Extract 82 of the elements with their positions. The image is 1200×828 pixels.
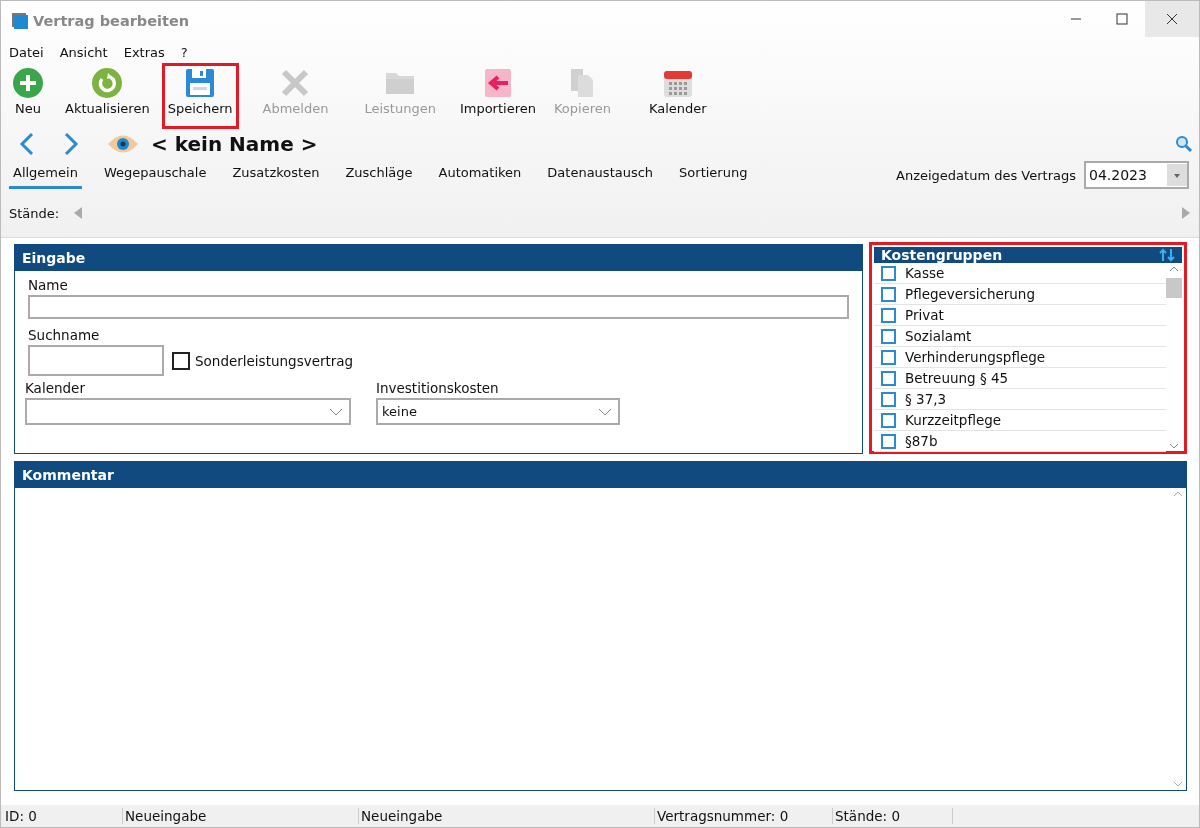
search-name-field[interactable] bbox=[28, 345, 164, 376]
menu-item[interactable]: Ansicht bbox=[59, 44, 108, 60]
app-icon bbox=[11, 12, 29, 30]
cost-group-item[interactable]: Privat bbox=[874, 305, 1166, 326]
tab[interactable]: Sortierung bbox=[675, 161, 752, 189]
menu-item[interactable]: Extras bbox=[123, 44, 165, 60]
staende-label: Stände: bbox=[9, 205, 60, 221]
cost-group-label: Betreuung § 45 bbox=[905, 370, 1009, 386]
checkbox-label: Sonderleistungsvertrag bbox=[195, 352, 354, 369]
sort-icon[interactable] bbox=[1159, 248, 1175, 262]
cost-group-label: Verhinderungspflege bbox=[905, 349, 1046, 365]
checkbox[interactable] bbox=[881, 391, 896, 407]
tab[interactable]: Zuschläge bbox=[341, 161, 417, 189]
left-arrow-icon[interactable] bbox=[73, 206, 84, 220]
search-icon[interactable] bbox=[1175, 135, 1193, 153]
scroll-up-icon[interactable] bbox=[1169, 266, 1179, 272]
scroll-up-icon[interactable] bbox=[1173, 491, 1183, 497]
field-label: Suchname bbox=[28, 327, 101, 343]
tab[interactable]: Zusatzkosten bbox=[228, 161, 324, 189]
checkbox[interactable] bbox=[881, 349, 896, 365]
status-text: Vertragsnummer: 0 bbox=[655, 808, 833, 824]
field-label: Investitionskosten bbox=[376, 380, 500, 396]
field-label: Name bbox=[28, 277, 69, 293]
save-icon bbox=[184, 67, 217, 99]
field-label: Kalender bbox=[25, 380, 86, 396]
cost-group-label: Pflegeversicherung bbox=[905, 286, 1035, 302]
panel-header: Eingabe bbox=[15, 245, 862, 271]
cost-group-item[interactable]: § 37,3 bbox=[874, 389, 1166, 410]
checkbox[interactable] bbox=[881, 286, 896, 302]
chevron-down-icon bbox=[329, 407, 343, 416]
scroll-thumb[interactable] bbox=[1166, 278, 1182, 298]
plus-icon bbox=[12, 67, 44, 99]
panel-header: Kommentar bbox=[15, 462, 1186, 488]
toolbar-button[interactable]: Speichern bbox=[161, 63, 239, 129]
cost-group-item[interactable]: §87b bbox=[874, 431, 1166, 452]
checkbox[interactable] bbox=[881, 307, 896, 323]
cost-group-label: §87b bbox=[905, 433, 938, 449]
right-arrow-icon[interactable] bbox=[1181, 206, 1191, 220]
checkbox[interactable] bbox=[881, 370, 896, 386]
tab[interactable]: Wegepauschale bbox=[99, 161, 211, 189]
checkbox[interactable] bbox=[881, 265, 896, 281]
name-field[interactable] bbox=[28, 295, 849, 319]
toolbar-button[interactable]: Importieren bbox=[453, 63, 542, 129]
tab[interactable]: Allgemein bbox=[9, 161, 82, 189]
tab[interactable]: Automatiken bbox=[434, 161, 526, 189]
display-date-label: Anzeigedatum des Vertrags bbox=[896, 167, 1076, 183]
checkbox[interactable] bbox=[881, 412, 896, 428]
record-title: < kein Name > bbox=[151, 132, 318, 156]
toolbar-button[interactable]: Aktualisieren bbox=[59, 63, 156, 129]
cost-group-item[interactable]: Pflegeversicherung bbox=[874, 284, 1166, 305]
eye-icon[interactable] bbox=[107, 133, 139, 155]
toolbar-button[interactable]: Kalender bbox=[642, 63, 713, 129]
cost-group-item[interactable]: Betreuung § 45 bbox=[874, 368, 1166, 389]
investment-dropdown[interactable]: keine bbox=[376, 398, 620, 425]
menu-item[interactable]: Datei bbox=[9, 44, 44, 60]
checkbox[interactable] bbox=[881, 433, 896, 449]
cost-group-item[interactable]: Kurzzeitpflege bbox=[874, 410, 1166, 431]
panel-header: Kostengruppen bbox=[881, 247, 1003, 263]
cost-group-label: Sozialamt bbox=[905, 328, 972, 344]
checkbox[interactable] bbox=[172, 351, 190, 370]
cost-group-item[interactable]: Sozialamt bbox=[874, 326, 1166, 347]
status-text: ID: 0 bbox=[3, 808, 123, 824]
cost-group-label: Privat bbox=[905, 307, 944, 323]
status-text: Stände: 0 bbox=[833, 808, 953, 824]
cost-group-label: § 37,3 bbox=[905, 391, 947, 407]
window-title: Vertrag bearbeiten bbox=[33, 13, 190, 29]
scroll-down-icon[interactable] bbox=[1173, 781, 1183, 787]
status-text: Neueingabe bbox=[123, 808, 359, 824]
cost-group-item[interactable]: Kasse bbox=[874, 263, 1166, 284]
cost-group-item[interactable]: Verhinderungspflege bbox=[874, 347, 1166, 368]
date-dropdown[interactable]: 04.2023 bbox=[1084, 161, 1189, 189]
chevron-down-icon bbox=[598, 407, 612, 416]
cost-group-label: Kurzzeitpflege bbox=[905, 412, 1002, 428]
checkbox[interactable] bbox=[881, 328, 896, 344]
menu-item[interactable]: ? bbox=[180, 44, 188, 60]
tab[interactable]: Datenaustausch bbox=[543, 161, 658, 189]
scroll-down-icon[interactable] bbox=[1169, 443, 1179, 449]
toolbar-button[interactable]: Neu bbox=[3, 63, 53, 129]
status-text: Neueingabe bbox=[359, 808, 655, 824]
calendar-dropdown[interactable] bbox=[25, 398, 351, 425]
cost-group-label: Kasse bbox=[905, 265, 945, 281]
refresh-icon bbox=[91, 67, 124, 99]
